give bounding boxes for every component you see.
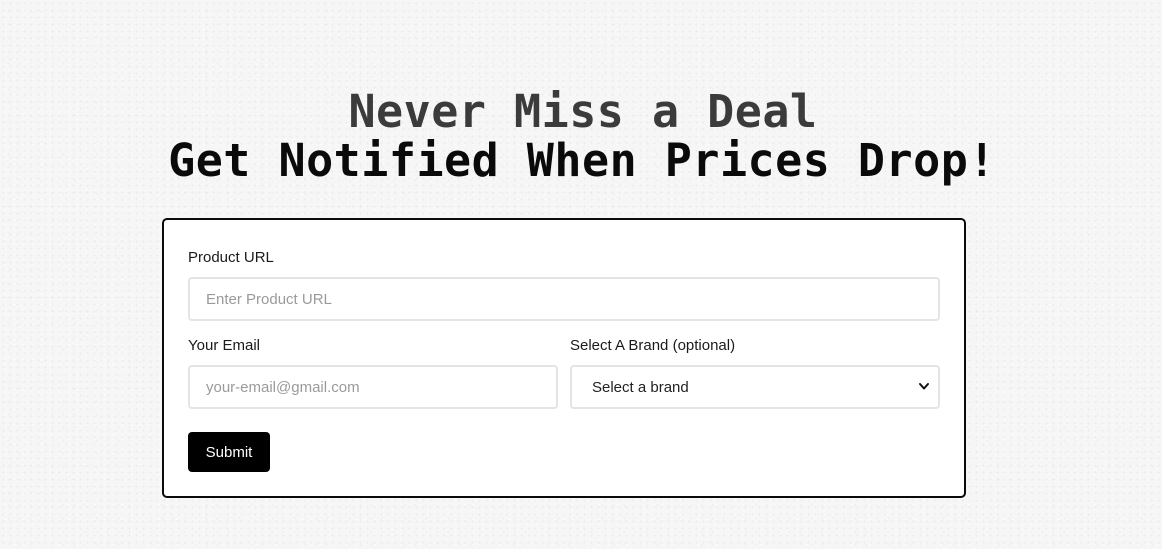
hero-subtitle: Get Notified When Prices Drop!	[168, 134, 996, 187]
submit-button[interactable]: Submit	[188, 432, 270, 472]
email-label: Your Email	[188, 337, 260, 354]
brand-select-value: Select a brand	[592, 378, 689, 396]
hero-heading: Never Miss a Deal Get Notified When Pric…	[0, 86, 1162, 184]
price-alert-form: Product URL Your Email Select A Brand (o…	[162, 218, 966, 498]
hero-title: Never Miss a Deal	[348, 85, 818, 138]
email-input[interactable]	[188, 365, 558, 409]
brand-select[interactable]: Select a brand	[570, 365, 940, 409]
brand-label: Select A Brand (optional)	[570, 337, 736, 354]
product-url-input[interactable]	[188, 277, 940, 321]
chevron-down-icon	[919, 383, 929, 390]
product-url-label: Product URL	[188, 249, 274, 266]
